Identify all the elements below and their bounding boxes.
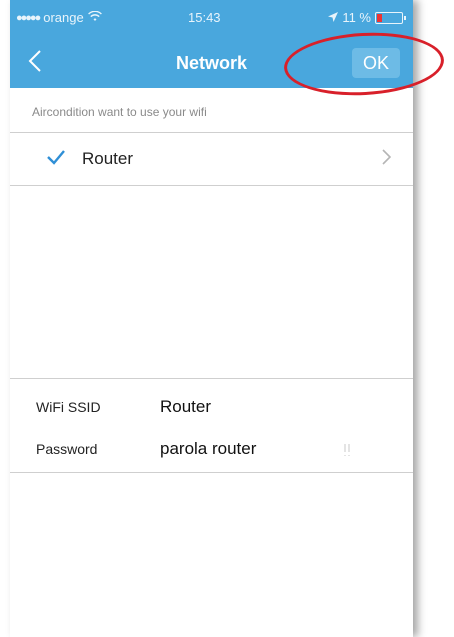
status-time: 15:43 [188, 10, 221, 25]
carrier-info: ●●●●● orange [16, 10, 102, 25]
ssid-field[interactable]: Router [160, 397, 211, 417]
divider [10, 185, 413, 186]
password-field[interactable]: parola router [160, 439, 256, 459]
nav-bar: Network OK [10, 44, 413, 88]
location-arrow-icon [328, 10, 339, 25]
show-password-icon[interactable] [344, 443, 350, 460]
carrier-name: orange [43, 10, 84, 25]
status-bar: ●●●●● orange 15:43 11 % [10, 0, 413, 44]
network-name: Router [82, 149, 134, 168]
password-label: Password [36, 441, 98, 457]
ssid-label: WiFi SSID [36, 399, 101, 415]
battery-icon [375, 11, 406, 24]
battery-info: 11 % [328, 10, 406, 25]
wifi-icon [87, 10, 102, 25]
battery-percent: 11 % [342, 10, 371, 25]
wifi-permission-hint: Aircondition want to use your wifi [32, 105, 207, 119]
phone-screen: ●●●●● orange 15:43 11 % Network OK Airco… [10, 0, 413, 637]
signal-dots: ●●●●● [16, 11, 41, 24]
ok-button[interactable]: OK [352, 48, 400, 78]
checkmark-icon [46, 145, 66, 171]
divider [10, 472, 413, 473]
network-row-router[interactable]: Router [10, 133, 413, 185]
divider [10, 378, 413, 379]
chevron-right-icon [382, 145, 392, 171]
